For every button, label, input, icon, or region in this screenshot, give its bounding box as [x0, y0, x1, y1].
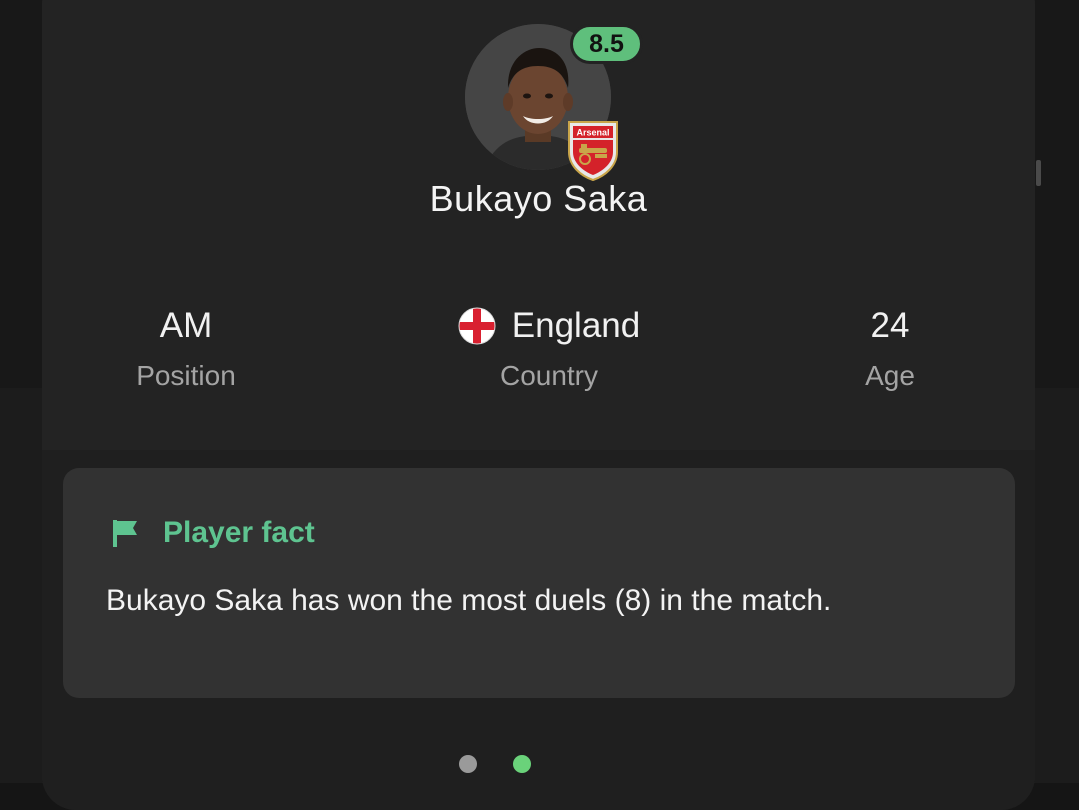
flag-icon [109, 517, 141, 549]
pager-dot-2[interactable] [513, 755, 531, 773]
player-name: Bukayo Saka [429, 178, 648, 219]
player-sheet: 8.5 Arsenal Bukayo Saka AM Position Engl… [42, 0, 1035, 810]
position-label: Position [136, 360, 236, 391]
country-value-row: England [424, 304, 674, 348]
scrollbar[interactable] [1036, 160, 1041, 186]
fact-text: Bukayo Saka has won the most duels (8) i… [106, 584, 832, 617]
svg-text:Arsenal: Arsenal [576, 128, 609, 138]
pager-dot-1[interactable] [459, 755, 477, 773]
position-value: AM [159, 306, 213, 345]
age-label: Age [865, 360, 915, 391]
country-label: Country [499, 360, 599, 391]
stat-position: AM Position [86, 304, 286, 392]
arsenal-crest-icon: Arsenal [565, 118, 621, 182]
stat-age: 24 Age [790, 304, 990, 392]
stat-country: England Country [424, 304, 674, 392]
country-value: England [511, 306, 641, 345]
pager-dots [459, 755, 531, 773]
fact-header: Player fact [109, 516, 315, 550]
rating-badge: 8.5 [570, 24, 643, 64]
england-flag-icon [458, 307, 496, 345]
player-fact-card[interactable]: Player fact Bukayo Saka has won the most… [63, 468, 1015, 698]
player-avatar-group: 8.5 Arsenal [465, 24, 643, 184]
fact-title: Player fact [163, 516, 315, 549]
age-value: 24 [870, 306, 910, 345]
